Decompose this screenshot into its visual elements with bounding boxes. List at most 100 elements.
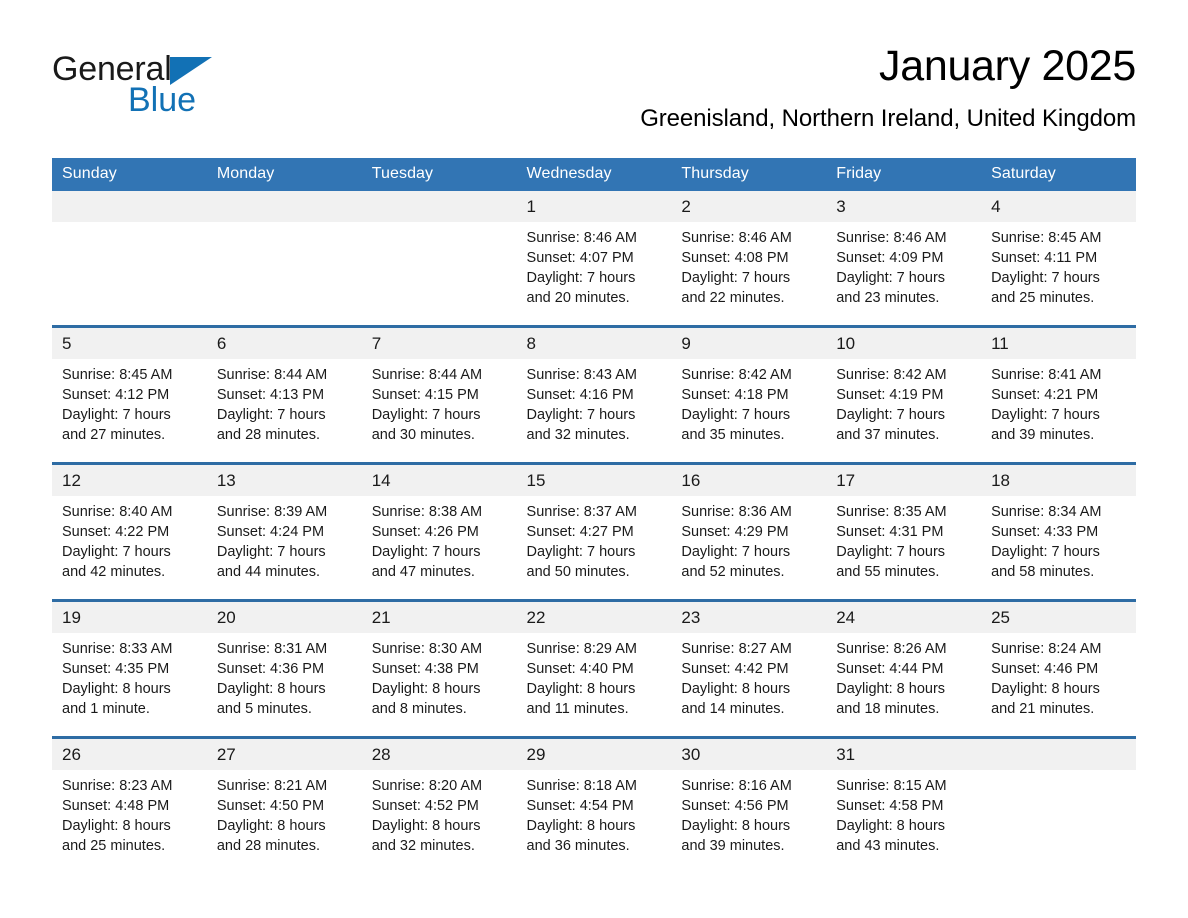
- day-detail-line: Daylight: 7 hours: [526, 544, 636, 560]
- calendar-day-cell[interactable]: 8 Sunrise: 8:43 AM Sunset: 4:16 PM Daylight…: [516, 325, 672, 464]
- day-details: Sunrise: 8:16 AM Sunset: 4:56 PM Daylight:…: [671, 770, 826, 873]
- day-details: Sunrise: 8:31 AM Sunset: 4:36 PM Daylight:…: [207, 633, 362, 736]
- logo-text-blue: Blue: [128, 81, 197, 119]
- day-detail-line: Sunset: 4:27 PM: [526, 524, 634, 540]
- calendar-day-cell[interactable]: 9 Sunrise: 8:42 AM Sunset: 4:18 PM Daylight…: [671, 325, 827, 464]
- calendar-day-cell[interactable]: 29 Sunrise: 8:18 AM Sunset: 4:54 PM Dayligh…: [516, 736, 672, 873]
- day-number: 19: [52, 602, 207, 633]
- day-details: Sunrise: 8:40 AM Sunset: 4:22 PM Daylight:…: [52, 496, 207, 599]
- calendar-day-cell[interactable]: 12 Sunrise: 8:40 AM Sunset: 4:22 PM Dayligh…: [52, 462, 207, 601]
- day-detail-line: Sunrise: 8:29 AM: [526, 641, 637, 657]
- day-details: Sunrise: 8:38 AM Sunset: 4:26 PM Daylight:…: [362, 496, 517, 599]
- day-detail-line: Sunset: 4:07 PM: [526, 250, 634, 266]
- weekday-header-wednesday: Wednesday: [516, 158, 672, 191]
- day-detail-line: Daylight: 7 hours: [836, 270, 946, 286]
- day-details: Sunrise: 8:20 AM Sunset: 4:52 PM Daylight:…: [362, 770, 517, 873]
- calendar-day-cell[interactable]: 24 Sunrise: 8:26 AM Sunset: 4:44 PM Dayligh…: [826, 599, 982, 738]
- calendar-day-cell[interactable]: 5 Sunrise: 8:45 AM Sunset: 4:12 PM Daylight…: [52, 325, 207, 464]
- day-detail-line: Sunset: 4:18 PM: [681, 387, 789, 403]
- day-details: Sunrise: 8:34 AM Sunset: 4:33 PM Daylight:…: [981, 496, 1136, 599]
- calendar-day-cell[interactable]: 22 Sunrise: 8:29 AM Sunset: 4:40 PM Dayligh…: [516, 599, 672, 738]
- day-detail-line: Sunrise: 8:34 AM: [991, 504, 1102, 520]
- calendar-table: Sunday Monday Tuesday Wednesday Thursday Frid…: [52, 158, 1136, 873]
- day-detail-line: Sunset: 4:38 PM: [371, 661, 479, 677]
- calendar-day-cell[interactable]: 15 Sunrise: 8:37 AM Sunset: 4:27 PM Dayligh…: [516, 462, 672, 601]
- calendar-day-cell[interactable]: 6 Sunrise: 8:44 AM Sunset: 4:13 PM Daylight…: [206, 325, 362, 464]
- calendar-week-row: 5 Sunrise: 8:45 AM Sunset: 4:12 PM Daylight…: [52, 325, 1136, 464]
- day-detail-line: Daylight: 8 hours: [371, 681, 481, 697]
- day-number: 22: [516, 602, 672, 633]
- day-detail-line: Daylight: 7 hours: [216, 544, 326, 560]
- day-detail-line: Sunset: 4:22 PM: [62, 524, 170, 540]
- day-detail-line: Sunrise: 8:23 AM: [62, 778, 173, 794]
- day-detail-line: Daylight: 7 hours: [216, 407, 326, 423]
- calendar-day-cell[interactable]: 18 Sunrise: 8:34 AM Sunset: 4:33 PM Dayligh…: [981, 462, 1136, 601]
- day-number: [52, 191, 207, 222]
- day-number: 6: [206, 328, 362, 359]
- calendar-day-cell[interactable]: 30 Sunrise: 8:16 AM Sunset: 4:56 PM Dayligh…: [671, 736, 827, 873]
- calendar-day-cell[interactable]: 7 Sunrise: 8:44 AM Sunset: 4:15 PM Daylight…: [361, 325, 517, 464]
- calendar-day-cell[interactable]: 1 Sunrise: 8:46 AM Sunset: 4:07 PM Daylight…: [516, 191, 672, 327]
- calendar-day-cell[interactable]: 21 Sunrise: 8:30 AM Sunset: 4:38 PM Dayligh…: [361, 599, 517, 738]
- day-detail-line: Sunrise: 8:42 AM: [836, 367, 947, 383]
- day-number: 4: [981, 191, 1136, 222]
- day-detail-line: Sunrise: 8:21 AM: [216, 778, 328, 794]
- day-number: 11: [981, 328, 1136, 359]
- day-detail-line: Sunrise: 8:43 AM: [526, 367, 637, 383]
- day-number: 27: [206, 739, 362, 770]
- calendar-day-cell[interactable]: 17 Sunrise: 8:35 AM Sunset: 4:31 PM Dayligh…: [826, 462, 982, 601]
- calendar-day-cell[interactable]: 2 Sunrise: 8:46 AM Sunset: 4:08 PM Daylight…: [671, 191, 827, 327]
- day-number: 12: [52, 465, 207, 496]
- calendar-day-cell[interactable]: 13 Sunrise: 8:39 AM Sunset: 4:24 PM Dayligh…: [206, 462, 362, 601]
- calendar-day-cell[interactable]: 23 Sunrise: 8:27 AM Sunset: 4:42 PM Dayligh…: [671, 599, 827, 738]
- day-number: 16: [671, 465, 827, 496]
- day-number: 24: [826, 602, 982, 633]
- day-number: 20: [206, 602, 362, 633]
- day-detail-line: Sunset: 4:54 PM: [526, 798, 634, 814]
- day-detail-line: and 14 minutes.: [681, 701, 785, 717]
- calendar-day-cell[interactable]: 28 Sunrise: 8:20 AM Sunset: 4:52 PM Dayligh…: [361, 736, 517, 873]
- day-detail-line: and 8 minutes.: [371, 701, 467, 717]
- day-number: 25: [981, 602, 1136, 633]
- day-detail-line: Sunset: 4:08 PM: [681, 250, 789, 266]
- day-detail-line: Sunset: 4:21 PM: [991, 387, 1099, 403]
- day-detail-line: Daylight: 7 hours: [681, 270, 791, 286]
- day-detail-line: and 11 minutes.: [526, 701, 629, 717]
- calendar-day-cell[interactable]: 14 Sunrise: 8:38 AM Sunset: 4:26 PM Dayligh…: [361, 462, 517, 601]
- day-detail-line: Daylight: 8 hours: [62, 818, 171, 834]
- calendar-day-cell[interactable]: 11 Sunrise: 8:41 AM Sunset: 4:21 PM Dayligh…: [981, 325, 1136, 464]
- day-detail-line: Daylight: 8 hours: [62, 681, 171, 697]
- day-detail-line: and 20 minutes.: [526, 290, 630, 306]
- day-details: [981, 770, 1136, 873]
- day-detail-line: Daylight: 7 hours: [991, 270, 1100, 286]
- day-detail-line: and 32 minutes.: [371, 838, 475, 854]
- calendar-day-cell[interactable]: 31 Sunrise: 8:15 AM Sunset: 4:58 PM Dayligh…: [826, 736, 982, 873]
- day-details: Sunrise: 8:46 AM Sunset: 4:09 PM Daylight:…: [826, 222, 981, 325]
- day-detail-line: Sunrise: 8:27 AM: [681, 641, 792, 657]
- calendar-day-cell[interactable]: 27 Sunrise: 8:21 AM Sunset: 4:50 PM Dayligh…: [206, 736, 362, 873]
- day-detail-line: Sunset: 4:56 PM: [681, 798, 789, 814]
- day-details: Sunrise: 8:43 AM Sunset: 4:16 PM Daylight:…: [517, 359, 672, 462]
- calendar-day-cell[interactable]: 4 Sunrise: 8:45 AM Sunset: 4:11 PM Daylight…: [981, 191, 1136, 327]
- day-details: Sunrise: 8:44 AM Sunset: 4:15 PM Daylight:…: [362, 359, 517, 462]
- day-detail-line: Daylight: 8 hours: [526, 818, 636, 834]
- day-detail-line: Sunset: 4:36 PM: [216, 661, 325, 677]
- calendar-day-cell[interactable]: 20 Sunrise: 8:31 AM Sunset: 4:36 PM Dayligh…: [206, 599, 362, 738]
- calendar-day-cell[interactable]: 3 Sunrise: 8:46 AM Sunset: 4:09 PM Daylight…: [826, 191, 982, 327]
- day-detail-line: and 39 minutes.: [681, 838, 785, 854]
- day-number: 29: [516, 739, 672, 770]
- day-details: Sunrise: 8:46 AM Sunset: 4:08 PM Daylight:…: [671, 222, 826, 325]
- calendar-day-cell[interactable]: 25 Sunrise: 8:24 AM Sunset: 4:46 PM Dayligh…: [981, 599, 1136, 738]
- calendar-day-cell[interactable]: 16 Sunrise: 8:36 AM Sunset: 4:29 PM Dayligh…: [671, 462, 827, 601]
- day-detail-line: Daylight: 8 hours: [836, 681, 946, 697]
- day-number: 10: [826, 328, 982, 359]
- calendar-day-cell[interactable]: 10 Sunrise: 8:42 AM Sunset: 4:19 PM Dayligh…: [826, 325, 982, 464]
- day-number: 18: [981, 465, 1136, 496]
- day-details: Sunrise: 8:33 AM Sunset: 4:35 PM Daylight:…: [52, 633, 207, 736]
- day-detail-line: Sunrise: 8:37 AM: [526, 504, 637, 520]
- calendar-day-cell-empty: [206, 191, 362, 327]
- day-detail-line: Sunrise: 8:45 AM: [62, 367, 173, 383]
- calendar-day-cell[interactable]: 19 Sunrise: 8:33 AM Sunset: 4:35 PM Dayligh…: [52, 599, 207, 738]
- calendar-day-cell[interactable]: 26 Sunrise: 8:23 AM Sunset: 4:48 PM Dayligh…: [52, 736, 207, 873]
- day-details: Sunrise: 8:46 AM Sunset: 4:07 PM Daylight:…: [517, 222, 672, 325]
